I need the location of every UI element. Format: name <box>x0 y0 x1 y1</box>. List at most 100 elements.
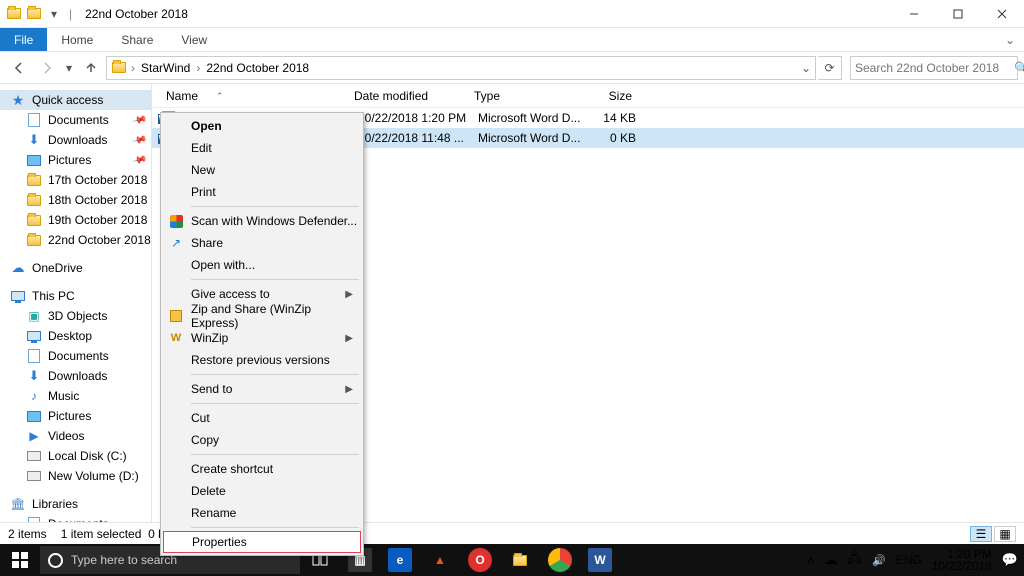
address-dropdown-button[interactable]: ⌄ <box>801 61 811 75</box>
nav-libraries[interactable]: 🏛Libraries <box>0 494 151 514</box>
column-date[interactable]: Date modified <box>348 89 468 103</box>
ctx-print[interactable]: Print <box>163 181 361 203</box>
maximize-button[interactable] <box>936 0 980 28</box>
nav-pc-music[interactable]: ♪Music <box>0 386 151 406</box>
ctx-restore-versions[interactable]: Restore previous versions <box>163 349 361 371</box>
chevron-right-icon[interactable]: › <box>129 61 137 75</box>
libraries-icon: 🏛 <box>10 496 26 512</box>
nav-qa-folder[interactable]: 17th October 2018 <box>0 170 151 190</box>
ribbon-view-tab[interactable]: View <box>167 28 221 51</box>
nav-quick-access[interactable]: ★Quick access <box>0 90 151 110</box>
qat-properties-icon[interactable] <box>26 6 42 22</box>
nav-qa-folder[interactable]: 19th October 2018 <box>0 210 151 230</box>
qat-dropdown-icon[interactable]: ▾ <box>46 6 62 22</box>
taskbar-opera[interactable]: O <box>460 544 500 576</box>
ctx-share[interactable]: ↗Share <box>163 232 361 254</box>
ctx-zip-share[interactable]: Zip and Share (WinZip Express) <box>163 305 361 327</box>
downloads-icon: ⬇ <box>26 132 42 148</box>
nav-pc-pictures[interactable]: Pictures <box>0 406 151 426</box>
taskbar: Type here to search ▥ e ▲ O W ˄ ☁ 🖧 🔊 EN… <box>0 544 1024 576</box>
desktop-icon <box>26 328 42 344</box>
nav-qa-documents[interactable]: Documents📌 <box>0 110 151 130</box>
chevron-right-icon: ▶ <box>345 384 353 395</box>
tray-network-icon[interactable]: 🖧 <box>848 549 863 571</box>
ctx-scan-defender[interactable]: Scan with Windows Defender... <box>163 210 361 232</box>
pin-icon: 📌 <box>131 112 147 128</box>
ctx-create-shortcut[interactable]: Create shortcut <box>163 458 361 480</box>
tray-clock[interactable]: 1:20 PM 10/22/2018 <box>932 548 992 572</box>
back-button[interactable] <box>6 55 32 81</box>
forward-button[interactable] <box>34 55 60 81</box>
ctx-copy[interactable]: Copy <box>163 429 361 451</box>
breadcrumb-item[interactable]: 22nd October 2018 <box>204 61 311 75</box>
large-icons-view-button[interactable]: ▦ <box>994 526 1016 542</box>
nav-this-pc[interactable]: This PC <box>0 286 151 306</box>
details-view-button[interactable]: ☰ <box>970 526 992 542</box>
ctx-delete[interactable]: Delete <box>163 480 361 502</box>
documents-icon <box>26 516 42 522</box>
nav-pc-diskc[interactable]: Local Disk (C:) <box>0 446 151 466</box>
tray-language[interactable]: ENG <box>896 553 922 567</box>
downloads-icon: ⬇ <box>26 368 42 384</box>
ribbon: File Home Share View ⌄ <box>0 28 1024 52</box>
folder-icon <box>26 212 42 228</box>
column-size[interactable]: Size <box>580 89 640 103</box>
ctx-rename[interactable]: Rename <box>163 502 361 524</box>
ctx-open[interactable]: Open <box>163 115 361 137</box>
search-icon: 🔍 <box>1014 61 1024 75</box>
nav-qa-folder[interactable]: 22nd October 2018 <box>0 230 151 250</box>
separator <box>191 527 359 528</box>
taskbar-vlc[interactable]: ▲ <box>420 544 460 576</box>
nav-qa-downloads[interactable]: ⬇Downloads📌 <box>0 130 151 150</box>
taskbar-chrome[interactable] <box>540 544 580 576</box>
taskbar-word[interactable]: W <box>580 544 620 576</box>
start-button[interactable] <box>0 544 40 576</box>
search-input[interactable] <box>855 61 1010 75</box>
tray-chevron-up-icon[interactable]: ˄ <box>807 553 815 568</box>
up-button[interactable] <box>78 55 104 81</box>
tray-volume-icon[interactable]: 🔊 <box>872 554 886 567</box>
folder-icon <box>6 6 22 22</box>
nav-pc-diskd[interactable]: New Volume (D:) <box>0 466 151 486</box>
folder-icon <box>26 172 42 188</box>
ribbon-collapse-button[interactable]: ⌄ <box>996 28 1024 51</box>
nav-onedrive[interactable]: ☁OneDrive <box>0 258 151 278</box>
nav-qa-pictures[interactable]: Pictures📌 <box>0 150 151 170</box>
separator <box>191 206 359 207</box>
chevron-right-icon[interactable]: › <box>194 61 202 75</box>
ctx-properties[interactable]: Properties <box>163 531 361 553</box>
recent-locations-button[interactable]: ▾ <box>62 55 76 81</box>
column-type[interactable]: Type <box>468 89 580 103</box>
taskbar-explorer[interactable] <box>500 544 540 576</box>
status-bar: 2 items 1 item selected 0 bytes ☰ ▦ <box>0 522 1024 544</box>
breadcrumb-item[interactable]: StarWind <box>139 61 192 75</box>
tray-onedrive-icon[interactable]: ☁ <box>825 552 838 568</box>
ctx-winzip[interactable]: WWinZip▶ <box>163 327 361 349</box>
address-bar[interactable]: › StarWind › 22nd October 2018 ⌄ <box>106 56 816 80</box>
minimize-button[interactable] <box>892 0 936 28</box>
ctx-send-to[interactable]: Send to▶ <box>163 378 361 400</box>
ribbon-share-tab[interactable]: Share <box>107 28 167 51</box>
nav-qa-folder[interactable]: 18th October 2018 <box>0 190 151 210</box>
column-name[interactable]: Name⌃ <box>160 89 348 103</box>
nav-pc-desktop[interactable]: Desktop <box>0 326 151 346</box>
ribbon-home-tab[interactable]: Home <box>47 28 107 51</box>
nav-pc-documents[interactable]: Documents <box>0 346 151 366</box>
nav-lib-documents[interactable]: Documents <box>0 514 151 522</box>
ribbon-file-tab[interactable]: File <box>0 28 47 51</box>
ctx-new[interactable]: New <box>163 159 361 181</box>
ctx-edit[interactable]: Edit <box>163 137 361 159</box>
close-button[interactable] <box>980 0 1024 28</box>
taskbar-edge[interactable]: e <box>380 544 420 576</box>
ctx-cut[interactable]: Cut <box>163 407 361 429</box>
separator <box>191 374 359 375</box>
nav-pc-3dobjects[interactable]: ▣3D Objects <box>0 306 151 326</box>
tray-notifications-icon[interactable]: 💬 <box>1002 552 1018 568</box>
ctx-open-with[interactable]: Open with... <box>163 254 361 276</box>
nav-pc-videos[interactable]: ▶Videos <box>0 426 151 446</box>
refresh-button[interactable]: ⟳ <box>818 56 842 80</box>
search-box[interactable]: 🔍 <box>850 56 1018 80</box>
nav-pc-downloads[interactable]: ⬇Downloads <box>0 366 151 386</box>
cortana-icon <box>48 553 63 568</box>
onedrive-icon: ☁ <box>10 260 26 276</box>
